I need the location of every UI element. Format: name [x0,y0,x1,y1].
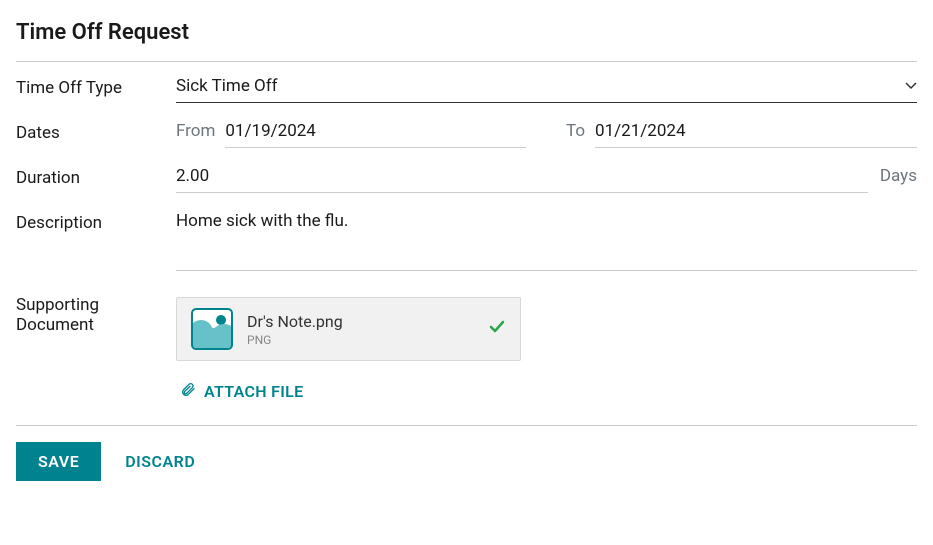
row-dates: Dates From To [16,121,917,148]
action-row: SAVE DISCARD [16,442,917,481]
label-time-off-type: Time Off Type [16,76,176,98]
date-from-input[interactable] [225,121,526,148]
save-button[interactable]: SAVE [16,442,101,481]
page-title: Time Off Request [16,20,917,45]
date-to-group: To [566,121,917,148]
attach-file-label: ATTACH FILE [204,382,303,401]
attachment-name: Dr's Note.png [247,312,474,331]
row-description: Description Home sick with the flu. [16,211,917,275]
attachment-type: PNG [247,333,474,347]
duration-input[interactable] [176,166,868,193]
label-duration: Duration [16,166,176,188]
duration-unit: Days [880,166,917,186]
time-off-type-value: Sick Time Off [176,76,278,96]
check-icon [488,318,506,340]
header-divider [16,61,917,62]
label-supporting-document: Supporting Document [16,293,176,335]
time-off-type-select[interactable]: Sick Time Off [176,76,917,103]
date-from-group: From [176,121,526,148]
row-supporting-document: Supporting Document Dr's Note.png PNG AT… [16,293,917,401]
label-dates: Dates [16,121,176,143]
description-input[interactable]: Home sick with the flu. [176,211,917,271]
label-from: From [176,121,215,141]
chevron-down-icon [905,82,917,90]
image-file-icon [191,308,233,350]
attach-file-button[interactable]: ATTACH FILE [176,381,303,401]
row-duration: Duration Days [16,166,917,193]
footer-divider [16,425,917,426]
discard-button[interactable]: DISCARD [125,452,195,471]
attachment-card[interactable]: Dr's Note.png PNG [176,297,521,361]
date-to-input[interactable] [595,121,917,148]
row-time-off-type: Time Off Type Sick Time Off [16,76,917,103]
label-to: To [566,121,585,141]
paperclip-icon [180,381,196,401]
label-description: Description [16,211,176,233]
attachment-meta: Dr's Note.png PNG [247,312,474,347]
